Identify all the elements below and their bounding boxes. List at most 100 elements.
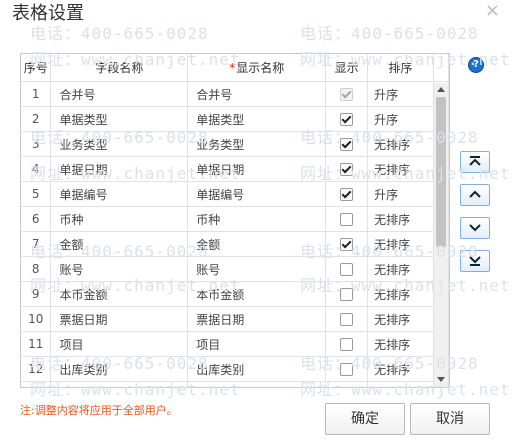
table-row[interactable]: 5 单据编号 单据编号 升序 xyxy=(21,181,449,207)
row-show-cell xyxy=(325,281,369,307)
row-show-cell xyxy=(325,256,369,282)
row-field-name: 票据日期 xyxy=(50,306,189,332)
row-sort[interactable]: 无排序 xyxy=(367,156,434,182)
row-display-name[interactable]: 账号 xyxy=(187,256,327,282)
move-to-top-button[interactable] xyxy=(460,151,490,173)
table-row[interactable]: 1 合并号 合并号 升序 xyxy=(21,81,449,107)
row-show-cell xyxy=(325,131,369,157)
table-row[interactable]: 9 本币金额 本币金额 无排序 xyxy=(21,281,449,307)
row-seq: 12 xyxy=(21,356,52,382)
show-checkbox[interactable] xyxy=(340,138,354,151)
table-row[interactable]: 3 业务类型 业务类型 无排序 xyxy=(21,131,449,157)
row-display-name[interactable]: 合并号 xyxy=(187,81,327,107)
row-field-name: 项目 xyxy=(50,331,189,357)
row-sort[interactable]: 升序 xyxy=(367,181,434,207)
row-field-name: 本币金额 xyxy=(50,281,189,307)
row-sort[interactable]: 升序 xyxy=(367,81,434,107)
apply-all-users-note: 注:调整内容将应用于全部用户。 xyxy=(20,404,178,417)
table-row[interactable]: 12 出库类别 出库类别 无排序 xyxy=(21,356,449,382)
header-display-name: *显示名称 xyxy=(187,54,327,82)
row-sort[interactable]: 无排序 xyxy=(367,356,434,382)
move-up-button[interactable] xyxy=(460,184,490,206)
cancel-button[interactable]: 取消 xyxy=(410,403,490,435)
show-checkbox[interactable] xyxy=(340,113,354,126)
row-seq: 8 xyxy=(21,256,52,282)
row-field-name: 单据编号 xyxy=(50,181,189,207)
watermark-phone: 电话：400-665-0028 xyxy=(300,24,479,43)
row-display-name[interactable]: 业务类型 xyxy=(187,131,327,157)
row-sort[interactable]: 无排序 xyxy=(367,331,434,357)
table-header-row: 序号 字段名称 *显示名称 显示 排序 xyxy=(21,54,449,82)
table-row[interactable]: 2 单据类型 单据类型 升序 xyxy=(21,106,449,132)
row-sort[interactable]: 无排序 xyxy=(367,256,434,282)
table-row[interactable]: 7 金额 金额 无排序 xyxy=(21,231,449,257)
table-row[interactable]: 8 账号 账号 无排序 xyxy=(21,256,449,282)
row-display-name[interactable]: 本币金额 xyxy=(187,281,327,307)
header-field-name: 字段名称 xyxy=(50,54,189,82)
row-display-name[interactable]: 币种 xyxy=(187,206,327,232)
row-sort[interactable]: 无排序 xyxy=(367,131,434,157)
ok-button[interactable]: 确定 xyxy=(325,403,405,435)
help-icon[interactable]: ? xyxy=(468,57,484,73)
show-checkbox[interactable] xyxy=(340,238,354,251)
row-display-name[interactable]: 金额 xyxy=(187,231,327,257)
row-field-name: 金额 xyxy=(50,231,189,257)
row-field-name: 单据日期 xyxy=(50,156,189,182)
row-sort[interactable]: 升序 xyxy=(367,106,434,132)
move-bottom-icon xyxy=(469,256,481,266)
grid-vertical-scrollbar[interactable] xyxy=(433,83,448,387)
show-checkbox[interactable] xyxy=(340,213,354,226)
row-seq: 13 xyxy=(21,381,52,387)
row-display-name[interactable]: 项目 xyxy=(187,331,327,357)
row-show-cell xyxy=(325,81,369,107)
table-row[interactable]: 4 单据日期 单据日期 无排序 xyxy=(21,156,449,182)
scroll-thumb[interactable] xyxy=(436,97,446,247)
row-display-name[interactable]: 单据日期 xyxy=(187,156,327,182)
row-seq: 7 xyxy=(21,231,52,257)
show-checkbox[interactable] xyxy=(340,188,354,201)
table-row[interactable]: 13入库类别入库类别无排序 xyxy=(21,381,449,387)
row-sort[interactable]: 无排序 xyxy=(367,231,434,257)
show-checkbox[interactable] xyxy=(340,288,354,301)
row-seq: 3 xyxy=(21,131,52,157)
row-seq: 6 xyxy=(21,206,52,232)
show-checkbox[interactable] xyxy=(340,363,354,376)
scroll-down-arrow-icon[interactable] xyxy=(437,377,445,382)
row-field-name: 出库类别 xyxy=(50,356,189,382)
move-up-icon xyxy=(469,190,481,198)
row-show-cell xyxy=(325,181,369,207)
row-show-cell xyxy=(325,381,369,387)
show-checkbox[interactable] xyxy=(340,163,354,176)
row-sort[interactable]: 无排序 xyxy=(367,281,434,307)
row-seq: 2 xyxy=(21,106,52,132)
table-row[interactable]: 6 币种 币种 无排序 xyxy=(21,206,449,232)
dialog-title: 表格设置 xyxy=(12,3,84,24)
row-show-cell xyxy=(325,206,369,232)
header-display-name-label: 显示名称 xyxy=(236,61,285,75)
row-show-cell xyxy=(325,156,369,182)
row-display-name[interactable]: 入库类别 xyxy=(187,381,327,387)
row-sort[interactable]: 无排序 xyxy=(367,206,434,232)
move-top-icon xyxy=(469,156,481,166)
table-row[interactable]: 10 票据日期 票据日期 无排序 xyxy=(21,306,449,332)
row-display-name[interactable]: 出库类别 xyxy=(187,356,327,382)
row-field-name: 入库类别 xyxy=(50,381,189,387)
show-checkbox xyxy=(340,88,354,101)
row-display-name[interactable]: 单据编号 xyxy=(187,181,327,207)
row-sort[interactable]: 无排序 xyxy=(367,306,434,332)
row-seq: 10 xyxy=(21,306,52,332)
row-display-name[interactable]: 单据类型 xyxy=(187,106,327,132)
scroll-up-arrow-icon[interactable] xyxy=(437,87,445,92)
show-checkbox[interactable] xyxy=(340,313,354,326)
move-down-button[interactable] xyxy=(460,217,490,239)
row-show-cell xyxy=(325,231,369,257)
header-scroll-spacer xyxy=(433,54,449,82)
row-display-name[interactable]: 票据日期 xyxy=(187,306,327,332)
row-field-name: 业务类型 xyxy=(50,131,189,157)
show-checkbox[interactable] xyxy=(340,338,354,351)
table-row[interactable]: 11 项目 项目 无排序 xyxy=(21,331,449,357)
row-sort[interactable]: 无排序 xyxy=(367,381,434,387)
close-icon[interactable]: × xyxy=(485,2,500,20)
move-to-bottom-button[interactable] xyxy=(460,250,490,272)
show-checkbox[interactable] xyxy=(340,263,354,276)
